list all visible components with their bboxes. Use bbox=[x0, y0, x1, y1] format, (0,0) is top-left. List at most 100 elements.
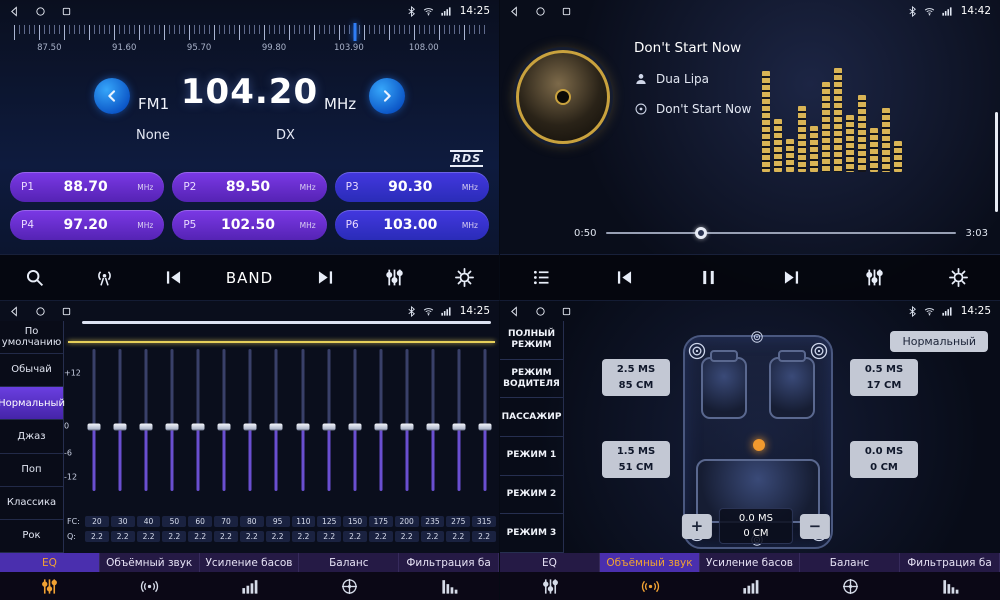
eq-band-slider[interactable] bbox=[191, 349, 206, 491]
recents-icon[interactable] bbox=[561, 306, 572, 317]
eq-band-slider[interactable] bbox=[400, 349, 415, 491]
audio-tab-balance-icon[interactable] bbox=[800, 572, 900, 600]
settings-gear-button[interactable] bbox=[941, 260, 975, 296]
band-button[interactable]: BAND bbox=[226, 260, 273, 296]
skip-forward-button[interactable] bbox=[309, 260, 343, 296]
audio-tab-label[interactable]: EQ bbox=[500, 553, 600, 572]
surround-mode-item[interactable]: РЕЖИМ 1 bbox=[500, 437, 563, 476]
eq-scrollbar[interactable] bbox=[82, 321, 491, 324]
frequency-scale[interactable]: 87.5091.6095.7099.80103.90108.00 bbox=[14, 25, 485, 63]
search-button[interactable] bbox=[18, 260, 52, 296]
tune-up-button[interactable] bbox=[369, 78, 405, 114]
slider-knob[interactable] bbox=[139, 424, 152, 431]
eq-band-slider[interactable] bbox=[112, 349, 127, 491]
skip-back-button[interactable] bbox=[608, 260, 642, 296]
audio-tab-surround-icon[interactable] bbox=[100, 572, 200, 600]
surround-mode-item[interactable]: РЕЖИМ 3 bbox=[500, 514, 563, 553]
audio-tab-bass-boost-icon[interactable] bbox=[200, 572, 300, 600]
slider-knob[interactable] bbox=[244, 424, 257, 431]
progress-knob[interactable] bbox=[695, 227, 707, 239]
eq-preset-item[interactable]: Рок bbox=[0, 520, 63, 553]
skip-forward-button[interactable] bbox=[775, 260, 809, 296]
eq-band-slider[interactable] bbox=[478, 349, 493, 491]
eq-band-slider[interactable] bbox=[321, 349, 336, 491]
home-icon[interactable] bbox=[535, 6, 546, 17]
radio-preset-button[interactable]: P289.50MHz bbox=[172, 172, 326, 202]
slider-knob[interactable] bbox=[374, 424, 387, 431]
eq-band-slider[interactable] bbox=[426, 349, 441, 491]
surround-mode-item[interactable]: ПОЛНЫЙ РЕЖИМ bbox=[500, 321, 563, 360]
audio-tab-label[interactable]: EQ bbox=[0, 553, 100, 572]
slider-knob[interactable] bbox=[348, 424, 361, 431]
eq-preset-item[interactable]: Джаз bbox=[0, 420, 63, 453]
listening-position-dot[interactable] bbox=[753, 439, 765, 451]
eq-preset-item[interactable]: Поп bbox=[0, 454, 63, 487]
settings-gear-button[interactable] bbox=[447, 260, 481, 296]
eq-sliders-button[interactable] bbox=[378, 260, 412, 296]
skip-back-button[interactable] bbox=[156, 260, 190, 296]
slider-knob[interactable] bbox=[296, 424, 309, 431]
eq-band-slider[interactable] bbox=[295, 349, 310, 491]
radio-preset-button[interactable]: P188.70MHz bbox=[10, 172, 164, 202]
slider-knob[interactable] bbox=[401, 424, 414, 431]
home-icon[interactable] bbox=[535, 306, 546, 317]
eq-preset-item[interactable]: По умолчанию bbox=[0, 321, 63, 354]
radio-preset-button[interactable]: P497.20MHz bbox=[10, 210, 164, 240]
repeat-icon[interactable] bbox=[544, 223, 564, 243]
radio-preset-button[interactable]: P5102.50MHz bbox=[172, 210, 326, 240]
slider-knob[interactable] bbox=[270, 424, 283, 431]
pause-button[interactable] bbox=[691, 260, 725, 296]
audio-tab-bass-boost-icon[interactable] bbox=[700, 572, 800, 600]
eq-band-slider[interactable] bbox=[138, 349, 153, 491]
audio-tab-filter-icon[interactable] bbox=[399, 572, 499, 600]
back-icon[interactable] bbox=[9, 6, 20, 17]
audio-tab-label[interactable]: Баланс bbox=[299, 553, 399, 572]
slider-knob[interactable] bbox=[453, 424, 466, 431]
slider-knob[interactable] bbox=[192, 424, 205, 431]
surround-mode-item[interactable]: ПАССАЖИР bbox=[500, 398, 563, 437]
decrease-delay-button[interactable]: − bbox=[800, 514, 830, 539]
seek-slider[interactable] bbox=[606, 226, 955, 240]
slider-knob[interactable] bbox=[165, 424, 178, 431]
audio-tab-eq-sliders-icon[interactable] bbox=[0, 572, 100, 600]
favorite-heart-icon[interactable] bbox=[514, 223, 534, 243]
audio-tab-eq-sliders-icon[interactable] bbox=[500, 572, 600, 600]
audio-tab-balance-icon[interactable] bbox=[299, 572, 399, 600]
back-icon[interactable] bbox=[509, 6, 520, 17]
audio-tab-label[interactable]: Усиление басов bbox=[200, 553, 300, 572]
slider-knob[interactable] bbox=[218, 424, 231, 431]
eq-preset-item[interactable]: Нормальный bbox=[0, 387, 63, 420]
recents-icon[interactable] bbox=[61, 6, 72, 17]
audio-tab-label[interactable]: Объёмный звук bbox=[600, 553, 700, 572]
tune-down-button[interactable] bbox=[94, 78, 130, 114]
eq-band-slider[interactable] bbox=[373, 349, 388, 491]
sound-profile-button[interactable]: Нормальный bbox=[890, 331, 988, 352]
eq-preset-item[interactable]: Обычай bbox=[0, 354, 63, 387]
radio-preset-button[interactable]: P6103.00MHz bbox=[335, 210, 489, 240]
slider-knob[interactable] bbox=[427, 424, 440, 431]
audio-tab-label[interactable]: Фильтрация ба bbox=[900, 553, 1000, 572]
audio-tab-label[interactable]: Объёмный звук bbox=[100, 553, 200, 572]
slider-knob[interactable] bbox=[113, 424, 126, 431]
eq-band-slider[interactable] bbox=[164, 349, 179, 491]
broadcast-button[interactable] bbox=[87, 260, 121, 296]
recents-icon[interactable] bbox=[61, 306, 72, 317]
eq-preset-item[interactable]: Классика bbox=[0, 487, 63, 520]
playlist-button[interactable] bbox=[525, 260, 559, 296]
eq-sliders-button[interactable] bbox=[858, 260, 892, 296]
back-icon[interactable] bbox=[9, 306, 20, 317]
eq-band-slider[interactable] bbox=[86, 349, 101, 491]
audio-tab-label[interactable]: Усиление басов bbox=[700, 553, 800, 572]
radio-preset-button[interactable]: P390.30MHz bbox=[335, 172, 489, 202]
surround-mode-item[interactable]: РЕЖИМ ВОДИТЕЛЯ bbox=[500, 360, 563, 399]
increase-delay-button[interactable]: + bbox=[682, 514, 712, 539]
home-icon[interactable] bbox=[35, 306, 46, 317]
audio-tab-label[interactable]: Фильтрация ба bbox=[399, 553, 499, 572]
home-icon[interactable] bbox=[35, 6, 46, 17]
audio-tab-surround-icon[interactable] bbox=[600, 572, 700, 600]
eq-band-slider[interactable] bbox=[347, 349, 362, 491]
surround-mode-item[interactable]: РЕЖИМ 2 bbox=[500, 476, 563, 515]
audio-tab-label[interactable]: Баланс bbox=[800, 553, 900, 572]
eq-band-slider[interactable] bbox=[452, 349, 467, 491]
slider-knob[interactable] bbox=[479, 424, 492, 431]
